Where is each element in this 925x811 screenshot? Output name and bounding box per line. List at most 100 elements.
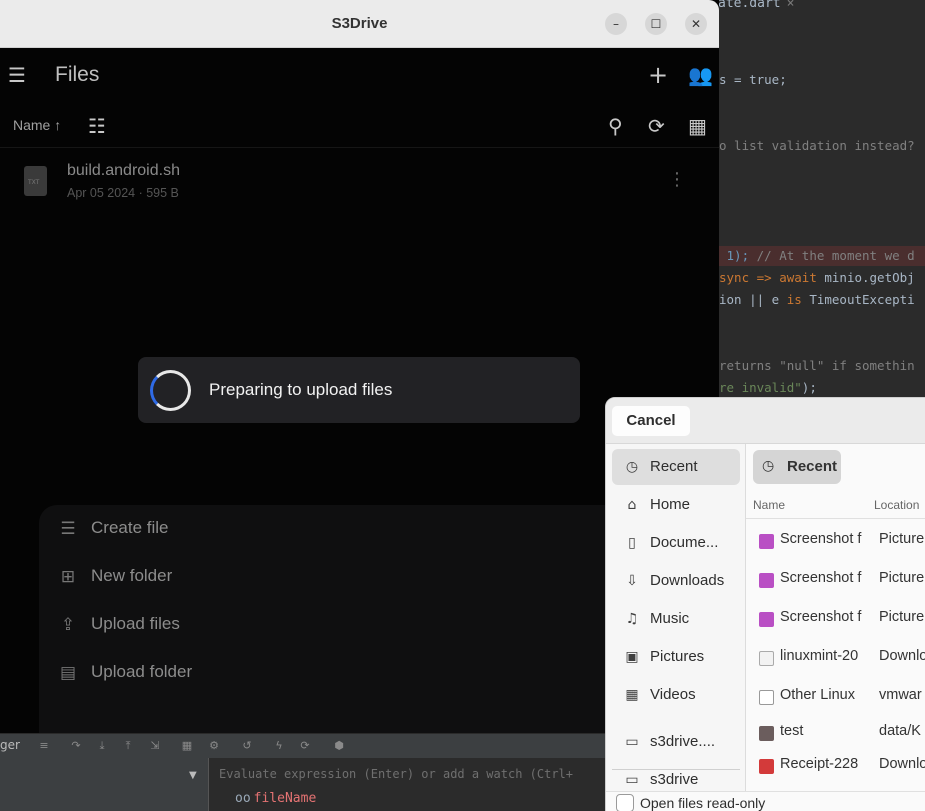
debugger-label: ger [0, 738, 20, 752]
code-token: minio.getObj [824, 270, 915, 285]
sidebar-item-s3drive[interactable]: ▭ s3drive.... [612, 724, 740, 760]
download-icon: ⇩ [626, 573, 638, 589]
step-over-icon[interactable]: ↷ [69, 740, 83, 752]
file-location: Picture [879, 570, 925, 586]
dropdown-icon[interactable]: ▼ [189, 770, 197, 781]
sheet-item-upload-folder[interactable]: Upload folder [91, 662, 192, 682]
sidebar-item-downloads[interactable]: ⇩ Downloads [612, 563, 740, 599]
location-recent-button[interactable]: ◷ Recent [753, 450, 841, 484]
column-header-location[interactable]: Location [874, 498, 919, 512]
file-list-item[interactable]: Other Linux [780, 687, 862, 703]
sidebar-item-recent[interactable]: ◷ Recent [612, 449, 740, 485]
code-token: returns "null" if somethin [719, 358, 915, 373]
frames-panel: ▼ [0, 758, 208, 811]
file-list-item[interactable]: Screenshot f [780, 531, 862, 547]
upload-file-icon: ⇪ [60, 615, 76, 635]
breakpoint-icon[interactable]: ⬢ [332, 740, 346, 752]
sidebar-divider [612, 769, 740, 770]
sidebar-item-home[interactable]: ⌂ Home [612, 487, 740, 523]
maximize-button[interactable]: ☐ [645, 13, 667, 35]
file-type-badge: TXT [28, 179, 40, 186]
file-list-item[interactable]: Receipt-228 [780, 756, 862, 772]
clock-icon: ◷ [762, 458, 775, 474]
page-title: Files [55, 63, 100, 86]
sheet-item-create-file[interactable]: Create file [91, 518, 168, 538]
watches-panel: Evaluate expression (Enter) or add a wat… [208, 758, 606, 811]
short-text-icon: ☰ [60, 519, 76, 539]
people-icon[interactable]: 👥 [688, 65, 713, 85]
more-vert-icon[interactable]: ⋮ [668, 170, 686, 190]
menu-icon[interactable]: ≡ [37, 740, 51, 752]
code-line: o list validation instead? [719, 136, 915, 156]
close-button[interactable]: ✕ [685, 13, 707, 35]
file-location: Picture [879, 609, 925, 625]
sidebar-item-music[interactable]: ♫ Music [612, 601, 740, 637]
sidebar-item-label: Home [650, 496, 691, 513]
editor-tab-label: ate.dart [718, 0, 781, 11]
file-row[interactable] [0, 150, 719, 210]
toast-message: Preparing to upload files [209, 380, 393, 399]
file-list-item[interactable]: test [780, 723, 862, 739]
sidebar-item-label: Pictures [650, 648, 705, 665]
code-token: o list validation instead? [719, 138, 915, 153]
new-folder-icon: ⊞ [60, 567, 76, 587]
evaluate-icon[interactable]: ▦ [180, 740, 194, 752]
grid-view-icon[interactable]: ▦ [688, 116, 707, 136]
watch-item[interactable]: oo fileName [235, 791, 316, 806]
add-icon[interactable]: + [648, 63, 668, 87]
code-token: s = true; [719, 72, 787, 87]
step-into-icon[interactable]: ⤓ [95, 740, 109, 752]
code-line: sync => await minio.getObj [719, 268, 915, 288]
editor-tab[interactable]: ate.dart × [718, 0, 794, 12]
sheet-item-upload-files[interactable]: Upload files [91, 614, 180, 634]
sidebar-item-label: s3drive [650, 771, 699, 788]
video-icon: ▦ [625, 687, 639, 703]
settings-icon[interactable]: ⚙ [207, 740, 221, 752]
file-list-item[interactable]: linuxmint-20 [780, 648, 862, 664]
document-icon: ▯ [628, 535, 636, 551]
file-list-item[interactable]: Screenshot f [780, 570, 862, 586]
sidebar-item-pictures[interactable]: ▣ Pictures [612, 639, 740, 675]
reset-frame-icon[interactable]: ↺ [240, 740, 254, 752]
sidebar-item-docume[interactable]: ▯ Docume... [612, 525, 740, 561]
code-line: re invalid"); [719, 378, 817, 398]
read-only-checkbox[interactable] [616, 794, 634, 811]
drive-icon: ▭ [625, 772, 639, 788]
title-bar[interactable]: S3Drive – ☐ ✕ [0, 0, 719, 48]
sidebar-item-videos[interactable]: ▦ Videos [612, 677, 740, 713]
sort-by-name-button[interactable]: Name ↑ [13, 117, 61, 133]
places-sidebar: ◷ Recent ⌂ Home ▯ Docume... ⇩ Downloads ♫ Music ▣ P… [606, 444, 746, 794]
lightning-icon[interactable]: ϟ [272, 740, 286, 752]
music-icon: ♫ [625, 611, 639, 627]
code-token: ion || e [719, 292, 787, 307]
list-view-icon[interactable]: ☷ [88, 116, 106, 136]
image-file-icon [759, 612, 774, 627]
evaluate-expression-input[interactable]: Evaluate expression (Enter) or add a wat… [219, 767, 573, 781]
tab-close-icon[interactable]: × [787, 0, 795, 11]
file-chooser-dialog: Cancel ◷ Recent ⌂ Home ▯ Docume... ⇩ Downloads ♫… [605, 397, 925, 811]
code-token: ); [801, 380, 817, 395]
desktop: ate.dart × s = true; o list validation ins… [0, 0, 925, 811]
run-to-cursor-icon[interactable]: ⇲ [148, 740, 162, 752]
sidebar-item-label: Downloads [650, 572, 725, 589]
file-list-item[interactable]: Screenshot f [780, 609, 862, 625]
refresh-icon[interactable]: ⟳ [298, 740, 312, 752]
code-token: is [786, 292, 810, 307]
sidebar-item-label: Recent [650, 458, 698, 475]
sheet-item-new-folder[interactable]: New folder [91, 566, 172, 586]
refresh-icon[interactable]: ⟳ [648, 116, 665, 136]
read-only-label: Open files read-only [640, 795, 766, 811]
code-token: await [779, 270, 825, 285]
document-icon [759, 690, 774, 705]
search-icon[interactable]: ⚲ [608, 116, 623, 136]
disc-image-icon [759, 651, 774, 666]
minimize-button[interactable]: – [605, 13, 627, 35]
column-header-name[interactable]: Name [753, 498, 785, 512]
code-token: TimeoutExcepti [809, 292, 915, 307]
cancel-button[interactable]: Cancel [612, 406, 690, 436]
code-token: // At the moment we d [756, 248, 915, 263]
hamburger-menu-icon[interactable]: ☰ [8, 65, 26, 85]
step-out-icon[interactable]: ⤒ [121, 740, 135, 752]
text-file-icon: TXT [24, 166, 47, 196]
code-line: 1); // At the moment we d [719, 246, 925, 266]
